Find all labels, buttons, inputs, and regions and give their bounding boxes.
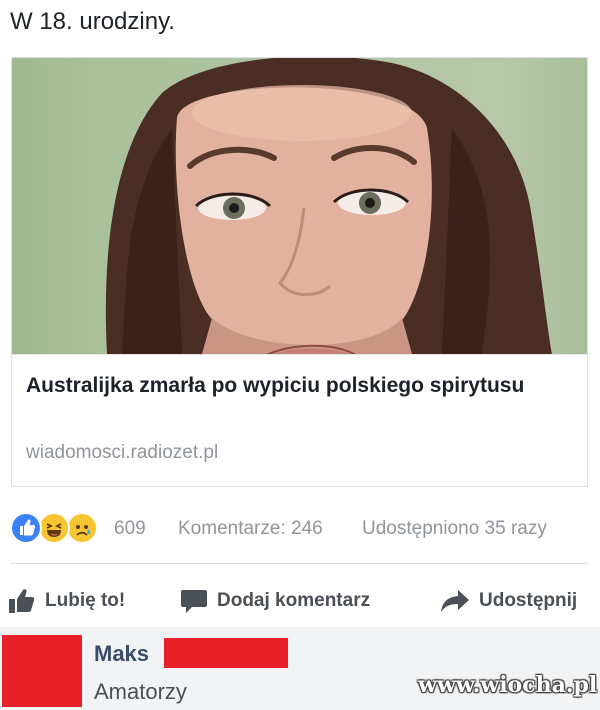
- link-title[interactable]: Australijka zmarła po wypiciu polskiego …: [26, 371, 566, 401]
- share-arrow-icon: [441, 590, 469, 612]
- avatar[interactable]: [2, 635, 82, 707]
- sad-reaction-icon: [66, 512, 98, 544]
- like-button[interactable]: Lubię to!: [8, 580, 125, 622]
- watermark: www.wiocha.pl: [418, 672, 598, 698]
- like-reaction-icon: [10, 512, 42, 544]
- link-domain: wiadomosci.radiozet.pl: [26, 442, 219, 463]
- name-redaction-block: [164, 638, 288, 668]
- reactions-bar: 609 Komentarze: 246 Udostępniono 35 razy: [10, 512, 595, 546]
- comment-icon: [181, 590, 207, 613]
- shares-count[interactable]: Udostępniono 35 razy: [362, 518, 547, 540]
- haha-reaction-icon: [38, 512, 70, 544]
- thumbs-up-icon: [9, 589, 35, 613]
- post-text: W 18. urodziny.: [10, 8, 175, 35]
- divider: [10, 563, 588, 564]
- add-comment-label: Dodaj komentarz: [217, 590, 371, 611]
- reaction-icons[interactable]: [10, 512, 110, 546]
- add-comment-button[interactable]: Dodaj komentarz: [180, 580, 370, 622]
- action-bar: Lubię to! Dodaj komentarz Udostępnij: [0, 580, 600, 622]
- commenter-name[interactable]: Maks: [94, 641, 149, 667]
- reaction-count[interactable]: 609: [114, 518, 146, 540]
- link-preview-card[interactable]: Australijka zmarła po wypiciu polskiego …: [11, 57, 588, 487]
- comment-text: Amatorzy: [94, 679, 187, 704]
- link-preview-body[interactable]: Australijka zmarła po wypiciu polskiego …: [12, 354, 587, 486]
- comments-count[interactable]: Komentarze: 246: [178, 518, 323, 540]
- share-label: Udostępnij: [479, 590, 578, 611]
- link-preview-image[interactable]: [12, 58, 587, 354]
- share-button[interactable]: Udostępnij: [440, 580, 577, 622]
- like-label: Lubię to!: [45, 590, 126, 611]
